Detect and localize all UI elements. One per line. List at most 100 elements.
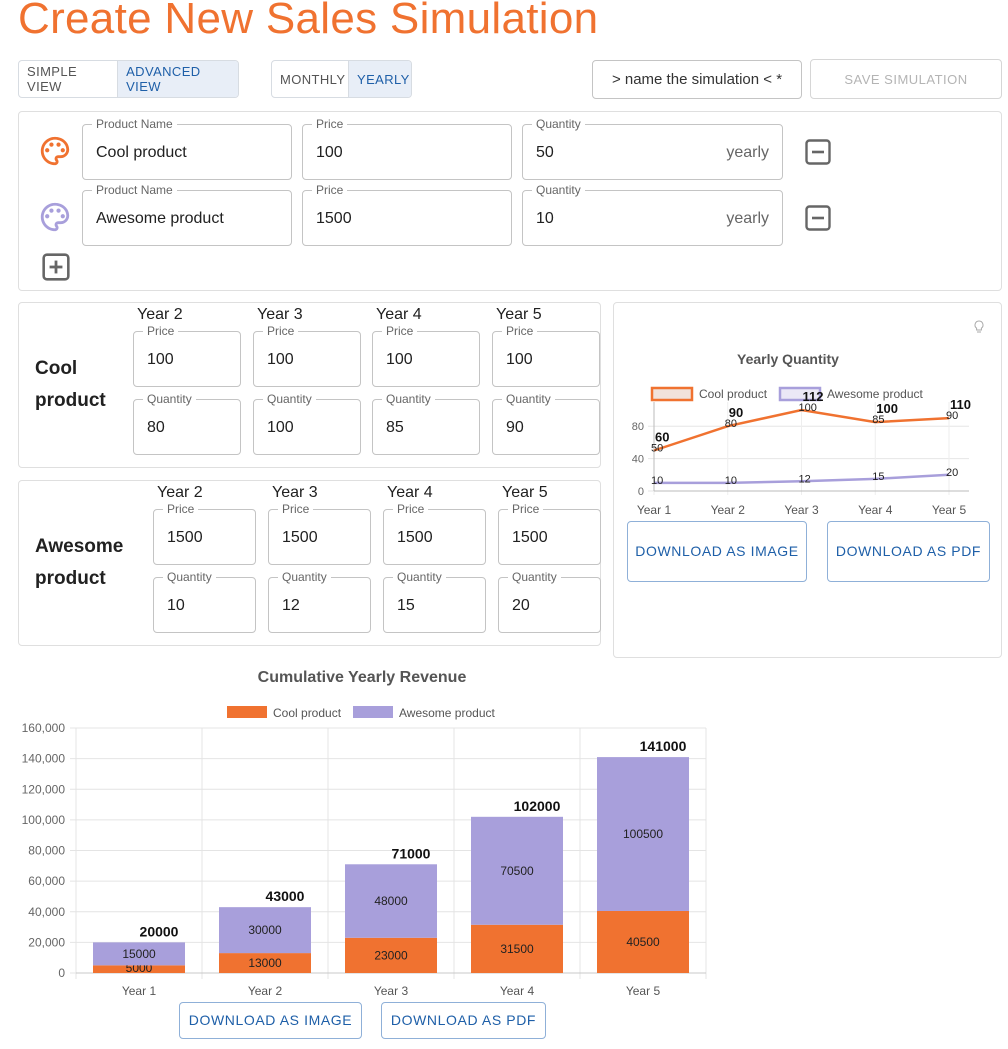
legend-label: Awesome product bbox=[399, 706, 495, 720]
year-price-field[interactable]: Price 1500 bbox=[268, 502, 371, 565]
data-label: 10 bbox=[725, 475, 737, 487]
x-tick-label: Year 1 bbox=[637, 503, 672, 517]
x-tick-label: Year 2 bbox=[711, 503, 746, 517]
total-label: 112 bbox=[803, 389, 824, 404]
product-name-field[interactable]: Product Name Awesome product bbox=[82, 183, 292, 246]
year-price-field[interactable]: Price 100 bbox=[133, 324, 241, 387]
legend-swatch bbox=[227, 706, 267, 718]
total-label: 141000 bbox=[640, 738, 687, 754]
total-label: 100 bbox=[876, 401, 898, 416]
data-label: 40500 bbox=[626, 935, 660, 949]
data-label: 15 bbox=[872, 471, 884, 483]
download-revenue-image-button[interactable]: DOWNLOAD AS IMAGE bbox=[179, 1002, 362, 1039]
y-tick-label: 40,000 bbox=[28, 905, 65, 919]
year-heading: Year 2 bbox=[137, 306, 183, 323]
product-price-field[interactable]: Price 100 bbox=[302, 117, 512, 180]
total-label: 43000 bbox=[266, 888, 305, 904]
add-product-icon[interactable] bbox=[41, 252, 71, 287]
chart-title: Cumulative Yearly Revenue bbox=[258, 669, 467, 686]
total-label: 102000 bbox=[514, 798, 561, 814]
remove-product-icon[interactable] bbox=[804, 204, 832, 237]
x-tick-label: Year 5 bbox=[626, 984, 661, 998]
download-quantity-pdf-button[interactable]: DOWNLOAD AS PDF bbox=[827, 521, 990, 582]
year-quantity-field[interactable]: Quantity 100 bbox=[253, 392, 361, 455]
legend-swatch bbox=[650, 386, 694, 402]
year-price-field[interactable]: Price 1500 bbox=[383, 502, 486, 565]
product-name-field[interactable]: Product Name Cool product bbox=[82, 117, 292, 180]
simple-view-button[interactable]: SIMPLE VIEW bbox=[19, 61, 119, 97]
year-heading: Year 4 bbox=[376, 306, 422, 323]
y-tick-label: 80,000 bbox=[28, 844, 65, 858]
year-quantity-field[interactable]: Quantity 20 bbox=[498, 570, 601, 633]
x-tick-label: Year 2 bbox=[248, 984, 283, 998]
data-label: 10 bbox=[651, 475, 663, 487]
download-quantity-image-button[interactable]: DOWNLOAD AS IMAGE bbox=[627, 521, 807, 582]
palette-icon[interactable] bbox=[38, 134, 72, 173]
legend-label: Cool product bbox=[699, 387, 768, 401]
y-tick-label: 0 bbox=[638, 486, 644, 498]
palette-icon[interactable] bbox=[38, 200, 72, 239]
x-tick-label: Year 1 bbox=[122, 984, 157, 998]
monthly-button[interactable]: MONTHLY bbox=[272, 61, 349, 97]
y-tick-label: 140,000 bbox=[22, 752, 66, 766]
data-label: 15000 bbox=[122, 947, 156, 961]
year-price-field[interactable]: Price 1500 bbox=[153, 502, 256, 565]
product-quantity-field[interactable]: Quantity 10 yearly bbox=[522, 183, 783, 246]
save-simulation-button[interactable]: SAVE SIMULATION bbox=[810, 59, 1002, 99]
page-title: Create New Sales Simulation bbox=[18, 0, 599, 43]
year-price-field[interactable]: Price 1500 bbox=[498, 502, 601, 565]
year-heading: Year 5 bbox=[502, 484, 548, 501]
yearly-button[interactable]: YEARLY bbox=[349, 61, 411, 97]
year-heading: Year 5 bbox=[496, 306, 542, 323]
product-price-field[interactable]: Price 1500 bbox=[302, 183, 512, 246]
year-heading: Year 4 bbox=[387, 484, 433, 501]
chart-title: Yearly Quantity bbox=[737, 351, 839, 367]
legend-swatch bbox=[353, 706, 393, 718]
product-title: Awesome product bbox=[35, 536, 124, 589]
y-tick-label: 100,000 bbox=[22, 813, 66, 827]
data-label: 13000 bbox=[248, 956, 282, 970]
y-tick-label: 20,000 bbox=[28, 935, 65, 949]
y-tick-label: 160,000 bbox=[22, 721, 66, 735]
year-price-field[interactable]: Price 100 bbox=[372, 324, 480, 387]
data-label: 30000 bbox=[248, 923, 282, 937]
cool-product-yearly-panel: Cool product Year 2 Price 100 Quantity 80 … bbox=[18, 302, 601, 468]
y-tick-label: 60,000 bbox=[28, 874, 65, 888]
y-tick-label: 80 bbox=[632, 421, 644, 433]
year-price-field[interactable]: Price 100 bbox=[253, 324, 361, 387]
data-label: 12 bbox=[799, 473, 811, 485]
x-tick-label: Year 5 bbox=[932, 503, 967, 517]
x-tick-label: Year 3 bbox=[784, 503, 819, 517]
year-quantity-field[interactable]: Quantity 12 bbox=[268, 570, 371, 633]
download-revenue-pdf-button[interactable]: DOWNLOAD AS PDF bbox=[381, 1002, 546, 1039]
year-quantity-field[interactable]: Quantity 80 bbox=[133, 392, 241, 455]
data-label: 31500 bbox=[500, 942, 534, 956]
total-label: 90 bbox=[729, 405, 743, 420]
products-panel: Product Name Cool product Price 100 Quan… bbox=[18, 111, 1002, 291]
yearly-quantity-chart: Yearly Quantity Cool product Awesome produ… bbox=[632, 351, 971, 517]
year-heading: Year 3 bbox=[272, 484, 318, 501]
data-label: 48000 bbox=[374, 894, 408, 908]
yearly-quantity-panel: Yearly Quantity Cool product Awesome produ… bbox=[613, 302, 1002, 658]
year-quantity-field[interactable]: Quantity 90 bbox=[492, 392, 600, 455]
year-price-field[interactable]: Price 100 bbox=[492, 324, 600, 387]
year-quantity-field[interactable]: Quantity 10 bbox=[153, 570, 256, 633]
year-quantity-field[interactable]: Quantity 15 bbox=[383, 570, 486, 633]
product-title: Cool product bbox=[35, 358, 106, 411]
remove-product-icon[interactable] bbox=[804, 138, 832, 171]
advanced-view-button[interactable]: ADVANCED VIEW bbox=[118, 61, 238, 97]
year-heading: Year 2 bbox=[157, 484, 203, 501]
product-quantity-field[interactable]: Quantity 50 yearly bbox=[522, 117, 783, 180]
data-label: 100500 bbox=[623, 827, 663, 841]
year-quantity-field[interactable]: Quantity 85 bbox=[372, 392, 480, 455]
simulation-name-input[interactable]: > name the simulation < * bbox=[592, 60, 802, 99]
awesome-product-yearly-panel: Awesome product Year 2 Price 1500 Quantit… bbox=[18, 480, 601, 646]
total-label: 20000 bbox=[140, 923, 179, 939]
total-label: 110 bbox=[950, 397, 971, 412]
cumulative-revenue-chart: Cumulative Yearly Revenue Cool product Awe… bbox=[22, 669, 707, 998]
x-tick-label: Year 4 bbox=[858, 503, 893, 517]
view-mode-toggle: SIMPLE VIEW ADVANCED VIEW bbox=[18, 60, 239, 98]
data-label: 70500 bbox=[500, 864, 534, 878]
legend-label: Cool product bbox=[273, 706, 342, 720]
x-tick-label: Year 3 bbox=[374, 984, 409, 998]
